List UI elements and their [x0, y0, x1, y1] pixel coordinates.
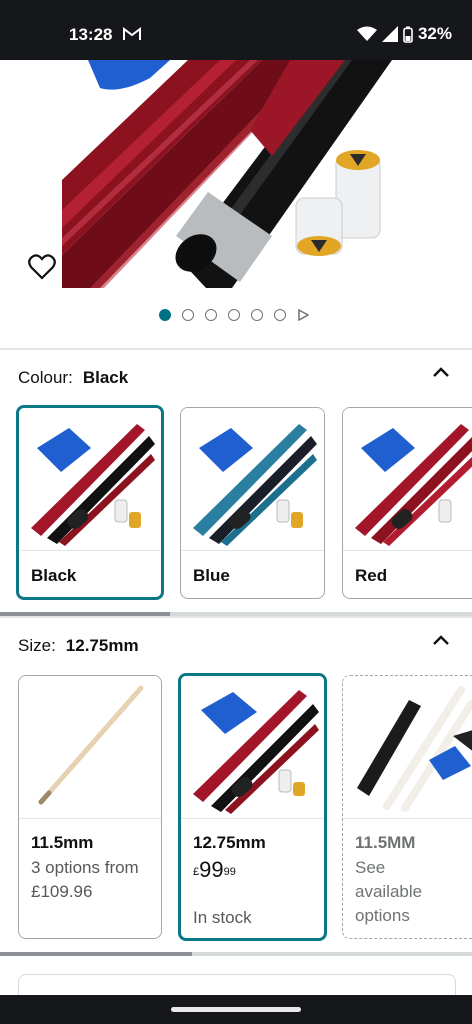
colour-option-label: Red [355, 566, 388, 585]
status-time: 13:28 [69, 25, 113, 44]
heart-icon[interactable] [28, 254, 56, 280]
status-bar: 13:28 32% [0, 0, 472, 60]
scrollbar-thumb[interactable] [0, 952, 192, 956]
size-scrollbar[interactable] [0, 952, 472, 956]
swatch-image [19, 408, 161, 550]
size-option-image [181, 676, 324, 818]
swatch-image [343, 408, 472, 550]
size-option-label: 11.5mm [31, 833, 94, 852]
product-photo [62, 60, 392, 288]
size-label: Size: [18, 636, 56, 655]
colour-option-red[interactable]: Red [342, 407, 472, 599]
chevron-up-icon[interactable] [432, 366, 450, 378]
size-option-12-75mm[interactable]: 12.75mm £9999 In stock [178, 673, 327, 941]
size-option-price: £109.96 [31, 882, 93, 901]
swatch-image [181, 408, 324, 550]
size-selected-value: 12.75mm [65, 636, 139, 655]
carousel-dot[interactable] [205, 309, 217, 321]
size-option-label: 11.5MM [355, 833, 416, 852]
size-option-line: options [355, 906, 410, 925]
carousel-indicator[interactable] [0, 309, 472, 321]
battery-percent: 32% [417, 24, 452, 43]
video-play-icon[interactable] [297, 309, 309, 321]
gmail-icon [123, 27, 141, 40]
section-divider [0, 348, 472, 350]
wifi-icon [356, 26, 377, 41]
price-whole: 99 [199, 857, 224, 882]
carousel-dot[interactable] [228, 309, 240, 321]
navigation-bar [0, 995, 472, 1024]
colour-selected-value: Black [82, 368, 129, 387]
colour-option-label: Black [31, 566, 77, 585]
product-image[interactable] [0, 60, 472, 288]
colour-option-label: Blue [193, 566, 230, 585]
size-option-line: available [355, 882, 423, 901]
size-option-line: 3 options from [31, 858, 139, 877]
size-header: Size: 12.75mm [18, 636, 139, 656]
signal-icon [381, 26, 398, 42]
stock-status: In stock [193, 908, 252, 927]
size-option-image [343, 676, 472, 818]
size-option-price: £9999 [193, 858, 236, 884]
home-gesture-handle[interactable] [171, 1007, 301, 1012]
size-option-11-5mm-alt[interactable]: 11.5MM See available options [342, 675, 472, 939]
colour-header: Colour: Black [18, 368, 128, 388]
status-icons: 32% [356, 24, 452, 44]
size-option-11-5mm[interactable]: 11.5mm 3 options from £109.96 [18, 675, 162, 939]
colour-label: Colour: [18, 368, 73, 387]
section-divider [0, 616, 472, 618]
carousel-dot[interactable] [251, 309, 263, 321]
carousel-dot[interactable] [159, 309, 171, 321]
price-fraction: 99 [223, 866, 236, 878]
carousel-dot[interactable] [274, 309, 286, 321]
chevron-up-icon[interactable] [432, 634, 450, 646]
price-currency: £ [193, 866, 200, 878]
size-option-label: 12.75mm [193, 833, 266, 852]
colour-option-black[interactable]: Black [16, 405, 164, 600]
carousel-dot[interactable] [182, 309, 194, 321]
size-option-line: See [355, 858, 386, 877]
colour-option-blue[interactable]: Blue [180, 407, 325, 599]
battery-icon [403, 26, 413, 43]
size-option-image [19, 676, 161, 818]
